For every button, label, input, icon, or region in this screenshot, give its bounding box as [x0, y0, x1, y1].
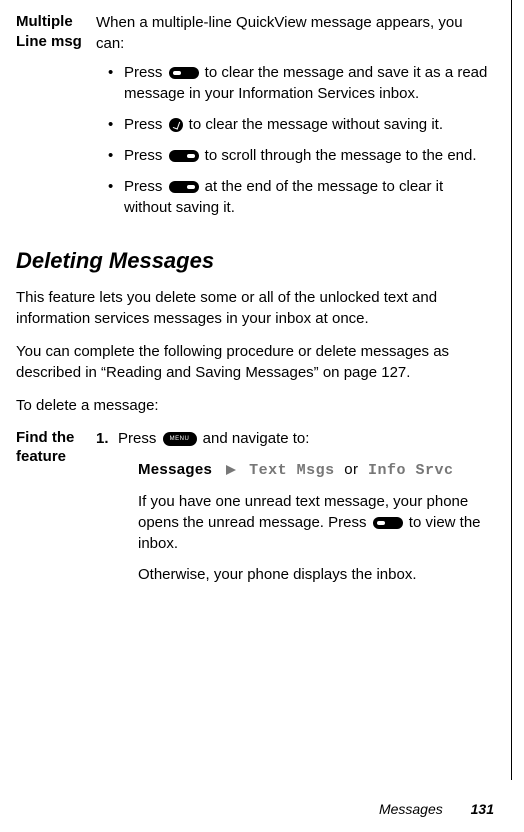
multiple-line-msg-label: Multiple Line msg — [16, 12, 96, 228]
bullet-clear-nosave-end: Press to clear the message without savin… — [108, 114, 494, 135]
find-feature-block: Find the feature 1. Press MENU and navig… — [16, 428, 494, 595]
left-softkey-icon — [373, 517, 403, 529]
find-feature-content: 1. Press MENU and navigate to: Messages … — [96, 428, 494, 595]
right-softkey-icon — [169, 150, 199, 162]
left-softkey-icon — [169, 67, 199, 79]
multiple-line-msg-block: Multiple Line msg When a multiple-line Q… — [16, 12, 494, 228]
bullet-text: Press — [124, 178, 167, 195]
find-feature-steps: 1. Press MENU and navigate to: Messages … — [96, 428, 494, 585]
menu-key-icon: MENU — [163, 432, 197, 446]
nav-arrow-icon — [226, 465, 236, 475]
bullet-text: to clear the message without saving it. — [185, 116, 443, 133]
bullet-clear-save: Press to clear the message and save it a… — [108, 62, 494, 104]
deleting-p1: This feature lets you delete some or all… — [16, 287, 494, 329]
nav-path: Messages Text Msgs or Info Srvc — [138, 459, 494, 481]
multiple-line-msg-content: When a multiple-line QuickView message a… — [96, 12, 494, 228]
nav-or: or — [344, 461, 358, 478]
page-footer: Messages 131 — [379, 800, 494, 820]
step-number: 1. — [96, 428, 109, 449]
bullet-scroll: Press to scroll through the message to t… — [108, 145, 494, 166]
right-rule — [511, 0, 512, 780]
bullet-text: Press — [124, 147, 167, 164]
nav-info-srvc: Info Srvc — [368, 462, 454, 479]
step-text: and navigate to: — [199, 430, 310, 447]
bullet-clear-nosave-right: Press at the end of the message to clear… — [108, 176, 494, 218]
step-1: 1. Press MENU and navigate to: Messages … — [96, 428, 494, 585]
nav-messages: Messages — [138, 461, 212, 478]
bullet-text: Press — [124, 64, 167, 81]
bullet-text: Press — [124, 116, 167, 133]
bullet-text: to scroll through the message to the end… — [201, 147, 477, 164]
right-softkey-icon — [169, 181, 199, 193]
step-sub-1: If you have one unread text message, you… — [138, 491, 494, 554]
footer-section: Messages — [379, 801, 443, 817]
end-key-icon — [169, 118, 183, 132]
deleting-p2: You can complete the following procedure… — [16, 341, 494, 383]
step-sub-2: Otherwise, your phone displays the inbox… — [138, 564, 494, 585]
find-feature-label: Find the feature — [16, 428, 96, 595]
nav-text-msgs: Text Msgs — [249, 462, 335, 479]
multiple-line-msg-intro: When a multiple-line QuickView message a… — [96, 12, 494, 54]
step-text: Press — [118, 430, 161, 447]
deleting-messages-heading: Deleting Messages — [16, 246, 494, 277]
footer-page-number: 131 — [471, 801, 494, 817]
multiple-line-msg-bullets: Press to clear the message and save it a… — [96, 62, 494, 218]
deleting-p3: To delete a message: — [16, 395, 494, 416]
